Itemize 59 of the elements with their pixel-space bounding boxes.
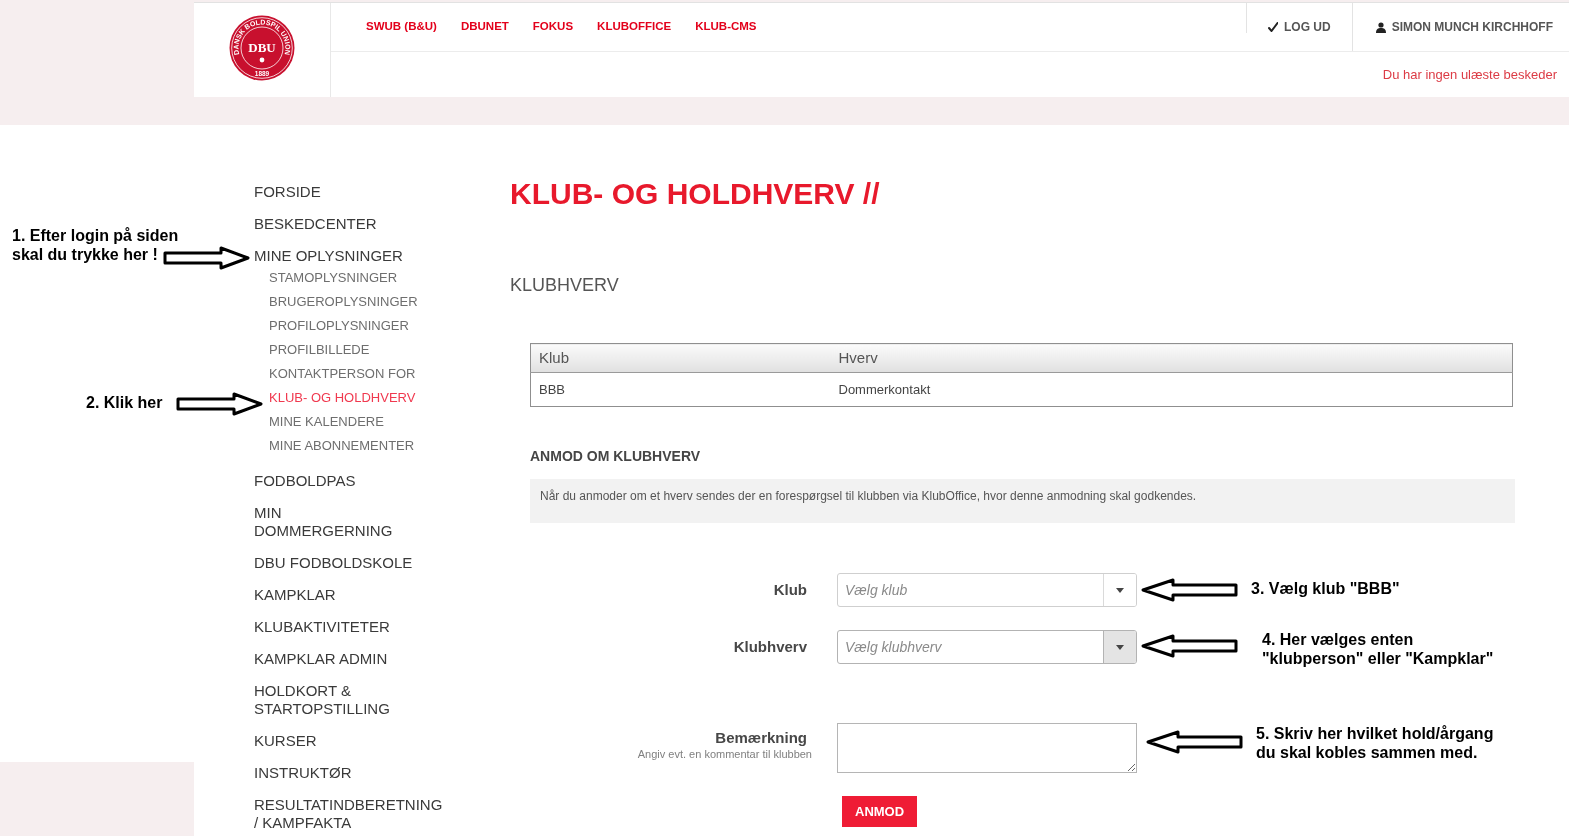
nav-link[interactable]: FOKUS <box>532 18 574 36</box>
field-label: Klub <box>773 579 807 600</box>
comment-field[interactable] <box>837 723 1137 773</box>
sidebar-item[interactable]: BESKEDCENTER <box>254 215 377 233</box>
table-cell: Dommerkontakt <box>830 372 1513 407</box>
sidebar-item[interactable]: KURSER <box>254 732 317 750</box>
caret-icon <box>1116 587 1124 593</box>
nav-link[interactable]: KLUB-CMS <box>695 18 757 36</box>
annotation-text: 1. Efter login på siden skal du trykke her ! <box>12 226 179 264</box>
caret-icon <box>1116 644 1124 650</box>
sidebar-item[interactable]: INSTRUKTØR <box>254 764 352 782</box>
sidebar-subitem[interactable]: KONTAKTPERSON FOR <box>269 366 416 382</box>
nav-link[interactable]: SWUB (B&U) <box>366 18 437 36</box>
sidebar-subitem[interactable]: BRUGEROPLYSNINGER <box>269 294 418 310</box>
dropdown-field[interactable]: Vælg klubhverv <box>837 630 1137 664</box>
field-label: Bemærkning <box>715 729 807 747</box>
dropdown-toggle[interactable] <box>1103 631 1136 663</box>
sidebar-item[interactable]: DBU FODBOLDSKOLE <box>254 554 413 572</box>
submit-button[interactable]: ANMOD <box>842 796 918 827</box>
sidebar-subitem[interactable]: KLUB- OG HOLDHVERV <box>269 390 416 406</box>
user-icon <box>1375 21 1386 33</box>
sidebar-item[interactable]: MINE OPLYSNINGER <box>254 247 403 265</box>
annotation-text: 3. Vælg klub "BBB" <box>1251 579 1400 598</box>
dropdown-toggle[interactable] <box>1103 574 1136 606</box>
nav-link[interactable]: DBUNET <box>460 18 509 36</box>
sidebar-subitem[interactable]: MINE KALENDERE <box>269 414 384 430</box>
sidebar-subitem[interactable]: STAMOPLYSNINGER <box>269 270 398 286</box>
column-header: Hverv <box>830 343 1513 373</box>
page-title: KLUB- OG HOLDHVERV // <box>510 177 880 211</box>
sidebar-subitem[interactable]: PROFILBILLEDE <box>269 342 370 358</box>
sidebar-subitem[interactable]: PROFILOPLYSNINGER <box>269 318 409 334</box>
sidebar-item[interactable]: KLUBAKTIVITETER <box>254 618 390 636</box>
section-title: KLUBHVERV <box>510 274 619 296</box>
sidebar-item[interactable]: HOLDKORT & STARTOPSTILLING <box>254 682 390 718</box>
annotation-text: 4. Her vælges enten "klubperson" eller "Kampklar" <box>1262 630 1494 668</box>
table-cell: BBB <box>530 372 831 407</box>
sidebar-item[interactable]: MIN DOMMERGERNING <box>254 504 393 540</box>
sidebar-subitem[interactable]: MINE ABONNEMENTER <box>269 438 415 454</box>
sidebar-item[interactable]: KAMPKLAR ADMIN <box>254 650 388 668</box>
field-hint: Angiv evt. en kommentar til klubben <box>637 747 812 761</box>
sidebar-item[interactable]: FODBOLDPAS <box>254 472 356 490</box>
column-header: Klub <box>530 343 831 373</box>
logout-link[interactable]: LOG UD <box>1247 3 1352 51</box>
dropdown-field[interactable]: Vælg klub <box>837 573 1137 607</box>
left-arrow-icon <box>1140 578 1238 602</box>
annotation-text: 5. Skriv her hvilket hold/årgang du skal kobles sammen med. <box>1256 724 1494 762</box>
request-heading: ANMOD OM KLUBHVERV <box>530 447 701 465</box>
field-label: Klubhverv <box>733 636 807 657</box>
sidebar-item[interactable]: FORSIDE <box>254 183 321 201</box>
left-arrow-icon <box>1145 730 1243 754</box>
sidebar-item[interactable]: KAMPKLAR <box>254 586 336 604</box>
user-menu[interactable]: SIMON MUNCH KIRCHHOFF <box>1352 3 1569 51</box>
nav-link[interactable]: KLUBOFFICE <box>597 18 672 36</box>
sidebar-item[interactable]: RESULTATINDBERETNING / KAMPFAKTA <box>254 796 443 832</box>
info-notice: Når du anmoder om et hverv sendes der en forespørgsel til klubben via KlubOffice, hvor denne anmodning skal godkendes. <box>530 479 1515 523</box>
check-icon <box>1268 22 1278 32</box>
left-arrow-icon <box>1140 634 1238 658</box>
messages-notice[interactable]: Du har ingen ulæste beskeder <box>1382 64 1557 85</box>
annotation-text: 2. Klik her <box>86 393 163 412</box>
